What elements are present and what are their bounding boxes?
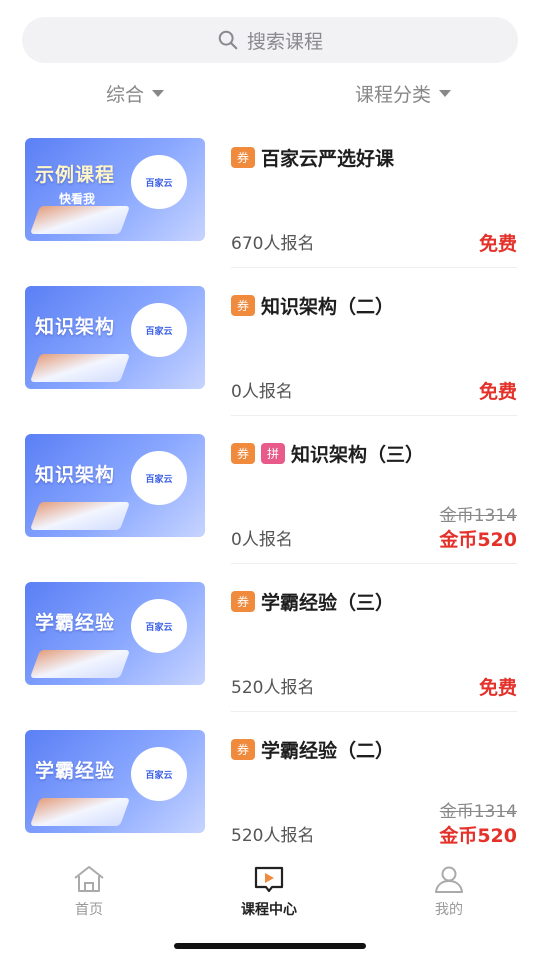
course-price: 免费: [478, 233, 517, 255]
course-thumbnail: 示例课程 快看我 百家云: [25, 138, 205, 241]
thumbnail-decoration: [29, 354, 131, 382]
enroll-count: 670人报名: [231, 234, 315, 254]
filter-sort-dropdown[interactable]: 综合: [106, 76, 165, 110]
thumbnail-title: 知识架构: [35, 316, 116, 338]
profile-icon: [435, 866, 463, 893]
course-price: 金币520: [439, 825, 517, 847]
thumbnail-title: 示例课程: [35, 164, 116, 186]
course-list: 示例课程 快看我 百家云 券 百家云严选好课 670人报名 免费 知识架构 百家…: [0, 120, 540, 860]
search-placeholder: 搜索课程: [246, 30, 323, 53]
brand-logo: 百家云: [131, 599, 187, 653]
course-price: 免费: [478, 677, 517, 699]
group-buy-tag: 拼: [261, 442, 285, 464]
caret-down-icon: [152, 89, 165, 97]
course-thumbnail: 知识架构 百家云: [25, 434, 205, 537]
course-title: 百家云严选好课: [261, 147, 395, 170]
course-item[interactable]: 示例课程 快看我 百家云 券 百家云严选好课 670人报名 免费: [0, 120, 540, 268]
course-info: 券 百家云严选好课 670人报名 免费: [231, 144, 517, 255]
course-title: 知识架构（二）: [261, 295, 395, 318]
brand-logo: 百家云: [131, 155, 187, 209]
home-indicator: [174, 943, 366, 949]
thumbnail-decoration: [29, 206, 131, 234]
caret-down-icon: [439, 89, 452, 97]
tab-mine[interactable]: 我的: [399, 864, 499, 924]
course-thumbnail: 学霸经验 百家云: [25, 730, 205, 833]
course-title: 学霸经验（二）: [261, 739, 395, 762]
home-icon: [74, 866, 104, 892]
course-thumbnail: 学霸经验 百家云: [25, 582, 205, 685]
filter-sort-label: 综合: [106, 83, 145, 106]
course-price: 免费: [478, 381, 517, 403]
thumbnail-title: 知识架构: [35, 464, 116, 486]
tab-label: 课程中心: [241, 902, 297, 918]
filter-category-label: 课程分类: [355, 83, 432, 106]
course-info: 券 知识架构（二） 0人报名 免费: [231, 292, 517, 403]
original-price: 金币1314: [439, 802, 517, 822]
thumbnail-title: 学霸经验: [35, 760, 116, 782]
tab-course-center[interactable]: 课程中心: [219, 864, 319, 924]
coupon-tag: 券: [231, 294, 255, 316]
thumbnail-decoration: [29, 650, 131, 678]
search-bar[interactable]: 搜索课程: [22, 17, 518, 63]
thumbnail-decoration: [29, 502, 131, 530]
course-center-icon: [254, 866, 284, 893]
course-info: 券 学霸经验（三） 520人报名 免费: [231, 588, 517, 699]
coupon-tag: 券: [231, 590, 255, 612]
tab-label: 我的: [435, 902, 463, 918]
enroll-count: 520人报名: [231, 678, 315, 698]
search-icon: [218, 30, 238, 50]
course-price: 金币520: [439, 529, 517, 551]
filter-category-dropdown[interactable]: 课程分类: [355, 76, 452, 110]
enroll-count: 0人报名: [231, 530, 293, 550]
brand-logo: 百家云: [131, 451, 187, 505]
enroll-count: 0人报名: [231, 382, 293, 402]
thumbnail-decoration: [29, 798, 131, 826]
thumbnail-title: 学霸经验: [35, 612, 116, 634]
course-thumbnail: 知识架构 百家云: [25, 286, 205, 389]
course-item[interactable]: 学霸经验 百家云 券 学霸经验（三） 520人报名 免费: [0, 564, 540, 712]
course-title: 学霸经验（三）: [261, 591, 395, 614]
course-item[interactable]: 知识架构 百家云 券 知识架构（二） 0人报名 免费: [0, 268, 540, 416]
enroll-count: 520人报名: [231, 826, 315, 846]
tab-home[interactable]: 首页: [39, 864, 139, 924]
course-info: 券 拼 知识架构（三） 金币1314 0人报名 金币520: [231, 440, 517, 551]
tab-label: 首页: [75, 902, 103, 918]
thumbnail-subtitle: 快看我: [59, 192, 96, 206]
brand-logo: 百家云: [131, 747, 187, 801]
course-title: 知识架构（三）: [291, 443, 425, 466]
course-info: 券 学霸经验（二） 金币1314 520人报名 金币520: [231, 736, 517, 847]
original-price: 金币1314: [439, 506, 517, 526]
filter-row: 综合 课程分类: [0, 76, 540, 110]
coupon-tag: 券: [231, 146, 255, 168]
brand-logo: 百家云: [131, 303, 187, 357]
course-item[interactable]: 知识架构 百家云 券 拼 知识架构（三） 金币1314 0人报名 金币520: [0, 416, 540, 564]
coupon-tag: 券: [231, 442, 255, 464]
bottom-tab-bar: 首页 课程中心 我的: [0, 856, 540, 926]
course-item[interactable]: 学霸经验 百家云 券 学霸经验（二） 金币1314 520人报名 金币520: [0, 712, 540, 860]
coupon-tag: 券: [231, 738, 255, 760]
